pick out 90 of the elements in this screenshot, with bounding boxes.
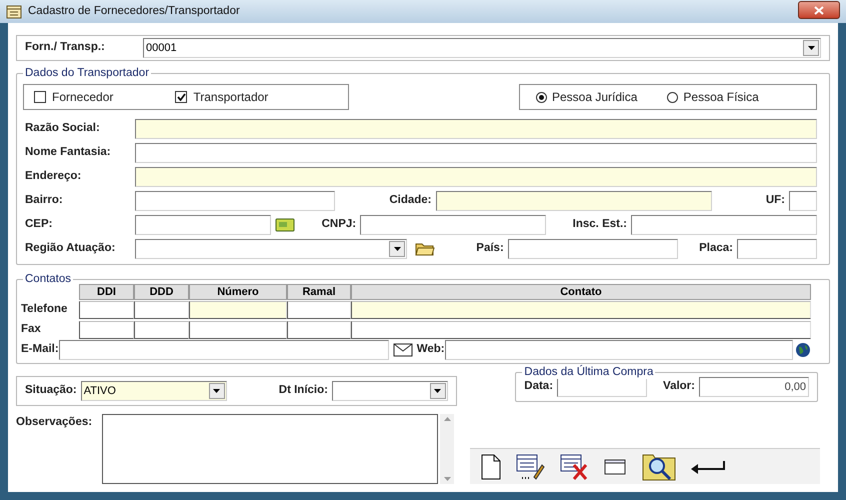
input-field[interactable] — [736, 239, 817, 259]
dropdown-field[interactable] — [135, 239, 407, 259]
input-field[interactable] — [134, 321, 189, 339]
column-header: Contato — [351, 284, 811, 300]
field-label: País: — [476, 241, 504, 256]
field-label: Data: — [524, 379, 554, 394]
field-label: UF: — [766, 193, 785, 208]
input-field[interactable] — [135, 215, 271, 235]
column-header: Ramal — [287, 284, 351, 300]
close-button[interactable] — [798, 1, 840, 19]
field-label: Nome Fantasia: — [24, 145, 112, 160]
field-label: Web: — [416, 342, 445, 358]
field-label: Bairro: — [24, 193, 64, 208]
caret-icon — [213, 389, 220, 393]
field-label: Cidade: — [389, 193, 432, 208]
input-field[interactable] — [631, 215, 817, 235]
input-field[interactable] — [789, 191, 817, 211]
dropdown-button[interactable] — [208, 383, 225, 399]
input-field[interactable] — [189, 321, 287, 339]
field-label: Forn./ Transp.: — [25, 40, 106, 56]
check-icon — [176, 93, 186, 101]
dropdown-field[interactable]: 00001 — [143, 38, 821, 58]
input-field[interactable] — [79, 301, 134, 319]
scroll-down-icon — [444, 477, 450, 481]
input-field[interactable]: 0,00 — [699, 377, 809, 397]
field-label: CEP: — [24, 217, 54, 232]
checkbox[interactable]: Transportador — [175, 88, 268, 106]
caret-icon — [434, 389, 442, 393]
delete-list-icon[interactable] — [560, 452, 590, 480]
field-label: Região Atuação: — [24, 241, 116, 256]
input-field[interactable] — [444, 340, 793, 360]
field-label: E-Mail: — [21, 342, 59, 358]
input-field[interactable] — [135, 119, 817, 139]
input-field[interactable] — [287, 321, 351, 339]
edit-list-icon[interactable] — [516, 452, 546, 480]
field-label: Valor: — [663, 379, 695, 394]
field-value: 00001 — [145, 40, 177, 56]
field-label: Endereço: — [24, 169, 82, 184]
envelope-icon — [392, 342, 413, 358]
window-title: Cadastro de Fornecedores/Transportador — [28, 4, 240, 19]
caret-icon — [808, 46, 814, 50]
row-label: Fax — [21, 322, 42, 338]
field-label: Situação: — [25, 383, 77, 398]
field-label: CNPJ: — [322, 217, 356, 232]
checkbox[interactable]: Fornecedor — [34, 88, 114, 106]
column-header: Número — [189, 284, 287, 300]
field-label: Placa: — [699, 241, 733, 256]
input-field[interactable] — [508, 239, 678, 259]
globe-icon — [795, 342, 811, 358]
input-field[interactable] — [557, 377, 648, 397]
input-field[interactable] — [351, 321, 811, 339]
return-arrow-icon[interactable] — [690, 458, 726, 474]
field-label: Dt Início: — [278, 383, 328, 398]
column-header: DDD — [134, 284, 189, 300]
field-label: Observações: — [16, 415, 94, 430]
group-title: Dados do Transportador — [23, 66, 152, 80]
new-document-icon[interactable] — [480, 454, 502, 480]
input-field[interactable] — [351, 301, 811, 319]
input-field[interactable] — [135, 191, 335, 211]
input-field[interactable] — [189, 301, 287, 319]
dropdown-field[interactable] — [332, 381, 448, 401]
input-field[interactable] — [135, 143, 817, 163]
column-header: DDI — [79, 284, 134, 300]
dropdown-button[interactable] — [803, 40, 819, 56]
scrollbar[interactable] — [440, 414, 454, 484]
radio-button[interactable]: Pessoa Jurídica — [536, 88, 638, 106]
field-label: Insc. Est.: — [572, 217, 627, 232]
card-icon — [275, 217, 295, 233]
input-field[interactable] — [360, 215, 546, 235]
input-field[interactable] — [134, 301, 189, 319]
text-area[interactable] — [102, 414, 438, 484]
dropdown-button[interactable] — [430, 383, 446, 399]
dropdown-field[interactable]: ATIVO — [80, 381, 227, 401]
close-icon — [814, 6, 824, 14]
scroll-up-icon — [444, 417, 450, 421]
input-field[interactable] — [287, 301, 351, 319]
field-label: Razão Social: — [24, 121, 101, 136]
caret-icon — [394, 247, 400, 251]
input-field[interactable] — [58, 340, 389, 360]
group-title: Dados da Última Compra — [522, 365, 656, 379]
input-field[interactable] — [79, 321, 134, 339]
field-value: ATIVO — [82, 384, 116, 399]
row-label: Telefone — [21, 302, 68, 318]
input-field[interactable] — [436, 191, 712, 211]
field-value: 0,00 — [784, 380, 806, 395]
search-icon[interactable] — [642, 452, 676, 482]
radio-button[interactable]: Pessoa Física — [667, 88, 759, 106]
dropdown-button[interactable] — [389, 241, 405, 257]
input-field[interactable] — [135, 167, 817, 187]
app-icon — [6, 4, 22, 18]
